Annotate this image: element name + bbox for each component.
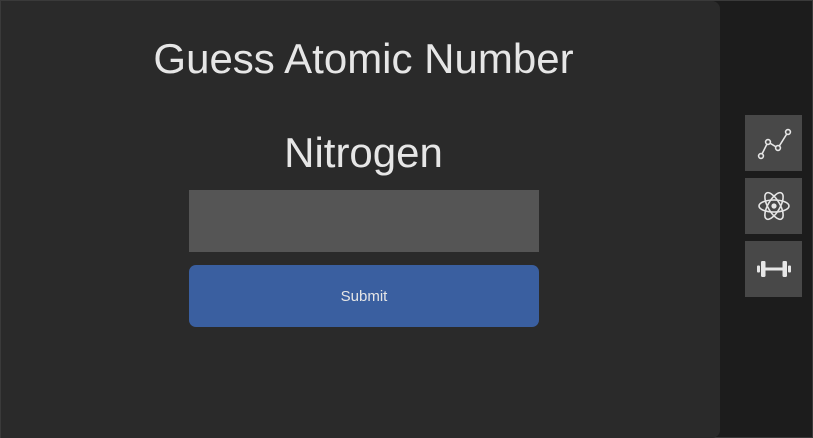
nav-button-stats[interactable]: [745, 115, 802, 171]
atomic-number-input[interactable]: [189, 190, 539, 252]
dumbbell-icon: [756, 261, 791, 277]
line-chart-icon: [757, 128, 791, 160]
element-name: Nitrogen: [284, 129, 443, 176]
nav-button-training[interactable]: [745, 241, 802, 297]
app-window: Guess Atomic Number Nitrogen Submit: [0, 0, 813, 438]
side-nav: [745, 115, 802, 304]
main-panel: Guess Atomic Number Nitrogen Submit: [1, 1, 720, 438]
page-title: Guess Atomic Number: [153, 35, 574, 82]
submit-button[interactable]: Submit: [189, 265, 539, 327]
nav-button-atom[interactable]: [745, 178, 802, 234]
atom-icon: [757, 191, 790, 221]
